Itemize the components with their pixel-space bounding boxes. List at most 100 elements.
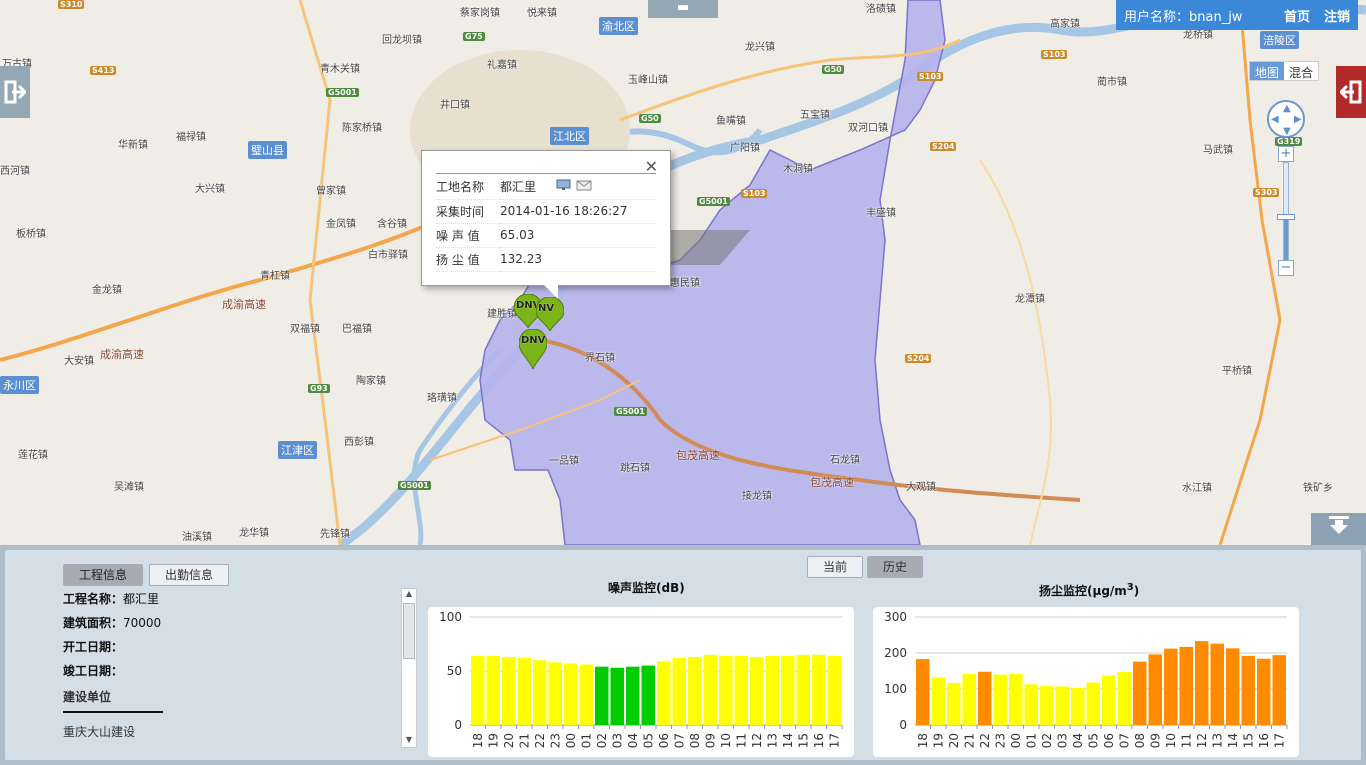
noise-bar[interactable] <box>517 658 532 725</box>
scroll-up-icon[interactable]: ▲ <box>402 589 416 601</box>
highway-label: 包茂高速 <box>676 449 720 462</box>
tab-project-info[interactable]: 工程信息 <box>63 564 143 586</box>
noise-bar[interactable] <box>812 654 826 725</box>
pan-down-icon[interactable]: ▼ <box>1283 126 1291 137</box>
place-label: 铁矿乡 <box>1303 483 1333 494</box>
noise-x-tick-label: 07 <box>672 733 686 748</box>
zoom-out-button[interactable]: − <box>1278 260 1294 276</box>
popup-key: 采集时间 <box>436 199 500 224</box>
current-button[interactable]: 当前 <box>807 556 863 578</box>
expand-left-panel-button[interactable] <box>0 66 30 118</box>
noise-bar[interactable] <box>610 667 625 725</box>
building-area-label: 建筑面积： <box>63 616 124 630</box>
place-label: 陈家桥镇 <box>342 123 382 134</box>
dust-bar[interactable] <box>993 674 1008 725</box>
dust-bar[interactable] <box>947 682 961 725</box>
noise-bar[interactable] <box>750 656 764 725</box>
dust-bar[interactable] <box>1133 661 1147 725</box>
dust-bar[interactable] <box>1086 682 1101 725</box>
map-view[interactable]: 万古镇 蔡家岗镇 悦来镇 回龙坝镇 龙兴镇 洛碛镇 高家镇 龙桥镇 青木关镇 礼嘉镇 玉峰山镇 蔺市镇… <box>0 0 1366 545</box>
zoom-slider-thumb[interactable] <box>1277 214 1295 220</box>
dust-bar[interactable] <box>1102 675 1116 725</box>
noise-bar[interactable] <box>703 654 718 725</box>
site-marker[interactable]: NV <box>535 296 565 333</box>
dust-bar[interactable] <box>931 677 946 725</box>
dust-bar[interactable] <box>978 671 992 725</box>
noise-bar[interactable] <box>471 655 485 725</box>
popup-row: 噪 声 值 65.03 <box>436 223 656 248</box>
dust-chart: 0 100 200 300 18 19 20 21 22 23 00 01 02 03 04 05 06 07 08… <box>873 607 1299 757</box>
noise-bar[interactable] <box>579 664 594 725</box>
site-marker-selected[interactable]: DNV <box>518 328 548 371</box>
zoom-slider-track[interactable] <box>1283 162 1289 262</box>
dust-bar[interactable] <box>1009 673 1023 725</box>
noise-bar[interactable] <box>765 655 780 725</box>
logout-link[interactable]: 注销 <box>1324 6 1350 25</box>
noise-bar[interactable] <box>796 654 811 725</box>
noise-x-tick-label: 03 <box>610 733 624 748</box>
dust-bar[interactable] <box>1040 686 1054 725</box>
dust-bar[interactable] <box>1148 654 1163 725</box>
highway-label: 成渝高速 <box>100 348 144 361</box>
scroll-down-icon[interactable]: ▼ <box>402 735 416 747</box>
noise-bar[interactable] <box>502 656 516 725</box>
username-label: 用户名称：bnan_jw <box>1124 9 1243 25</box>
noise-bar[interactable] <box>672 658 687 725</box>
dust-bar[interactable] <box>1164 648 1178 725</box>
dust-bar[interactable] <box>1071 687 1085 725</box>
dust-bar[interactable] <box>1226 648 1240 725</box>
dust-bar[interactable] <box>1055 686 1070 725</box>
dust-bar[interactable] <box>1272 655 1287 725</box>
mail-icon[interactable] <box>576 179 592 191</box>
collapse-top-button[interactable]: ▬ <box>648 0 718 18</box>
place-label: 蔺市镇 <box>1097 77 1127 88</box>
dust-bar[interactable] <box>1195 641 1209 725</box>
noise-x-tick-label: 12 <box>750 733 764 748</box>
dust-bar[interactable] <box>1241 655 1256 725</box>
noise-bar[interactable] <box>781 655 795 725</box>
start-date-label: 开工日期： <box>63 640 124 654</box>
dust-bar[interactable] <box>1117 672 1132 725</box>
noise-bar[interactable] <box>564 663 578 725</box>
history-button[interactable]: 历史 <box>867 556 923 578</box>
info-scrollbar[interactable]: ▲ ▼ <box>401 588 417 748</box>
expand-right-panel-button[interactable] <box>1336 66 1366 118</box>
pan-right-icon[interactable]: ▶ <box>1294 114 1302 125</box>
pan-left-icon[interactable]: ◀ <box>1271 114 1279 125</box>
dust-bar[interactable] <box>962 673 977 725</box>
noise-bar[interactable] <box>827 655 842 725</box>
noise-bar[interactable] <box>626 666 640 725</box>
noise-bar[interactable] <box>734 655 749 725</box>
noise-y-tick-label: 50 <box>447 664 462 678</box>
map-type-map-button[interactable]: 地图 <box>1250 62 1285 80</box>
noise-bar[interactable] <box>657 661 671 725</box>
place-label: 井口镇 <box>440 100 470 111</box>
dust-bar[interactable] <box>916 659 930 725</box>
noise-chart: 0 50 100 18 19 20 21 22 23 00 01 02 03 04 05 06 07 08 09 10… <box>428 607 854 757</box>
noise-bar[interactable] <box>688 656 702 725</box>
noise-chart-title-text: 噪声监控(dB) <box>608 581 685 595</box>
noise-bar[interactable] <box>641 665 656 725</box>
noise-bar[interactable] <box>719 655 733 725</box>
noise-bar[interactable] <box>548 662 563 725</box>
scrollbar-thumb[interactable] <box>403 603 415 659</box>
map-type-hybrid-button[interactable]: 混合 <box>1284 62 1319 80</box>
noise-bar[interactable] <box>486 655 501 725</box>
district-label: 璧山县 <box>248 141 287 159</box>
collapse-bottom-panel-button[interactable] <box>1311 513 1366 545</box>
dust-bar[interactable] <box>1024 684 1039 725</box>
dust-bar[interactable] <box>1179 646 1194 725</box>
noise-bar[interactable] <box>533 660 547 725</box>
noise-bar[interactable] <box>595 666 609 725</box>
zoom-in-button[interactable]: + <box>1278 146 1294 162</box>
pan-control[interactable]: ▲ ▼ ◀ ▶ <box>1267 100 1305 138</box>
pan-up-icon[interactable]: ▲ <box>1283 103 1291 114</box>
home-link[interactable]: 首页 <box>1284 6 1310 25</box>
tab-attendance-info[interactable]: 出勤信息 <box>149 564 229 586</box>
popup-row: 采集时间 2014-01-16 18:26:27 <box>436 199 656 224</box>
noise-x-tick-label: 04 <box>626 733 640 748</box>
marker-label: DNV <box>521 335 546 346</box>
dust-bar[interactable] <box>1210 643 1225 725</box>
monitor-icon[interactable] <box>556 179 572 191</box>
dust-bar[interactable] <box>1257 658 1271 725</box>
